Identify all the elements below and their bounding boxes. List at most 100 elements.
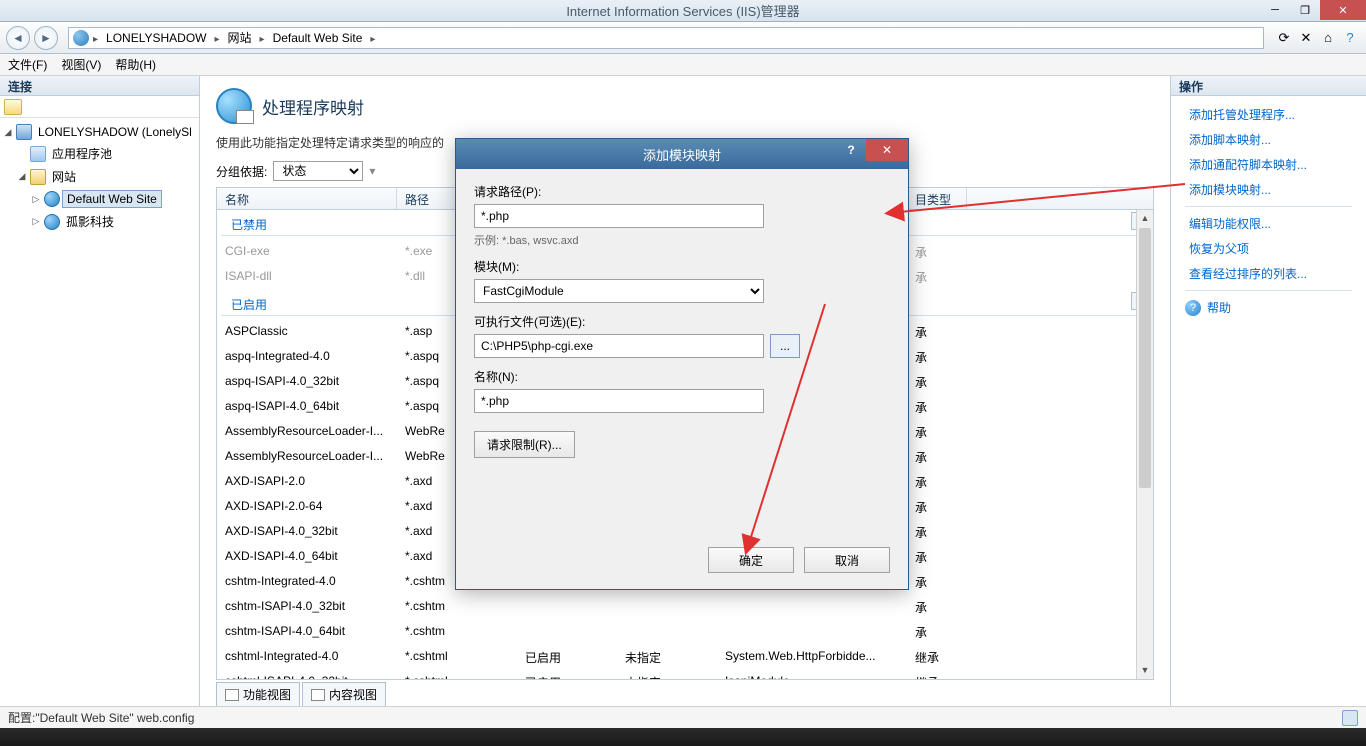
action-edit-perms[interactable]: 编辑功能权限... [1175,211,1362,236]
module-label: 模块(M): [474,258,890,275]
scroll-down-icon[interactable]: ▼ [1137,662,1153,679]
groupby-select[interactable]: 状态 [273,161,363,181]
globe-icon [73,30,89,46]
cell: 未指定 [617,672,717,679]
cell: System.Web.HttpForbidde... [717,647,907,668]
reqpath-input[interactable] [474,204,764,228]
cell: 承 [907,322,967,343]
collapse-icon[interactable]: ◢ [16,171,28,182]
menu-help[interactable]: 帮助(H) [115,56,156,73]
folder-icon[interactable] [4,99,22,115]
tab-function-view[interactable]: 功能视图 [216,682,300,706]
help-icon[interactable]: ? [1340,28,1360,48]
scroll-up-icon[interactable]: ▲ [1137,210,1153,227]
vertical-scrollbar[interactable]: ▲ ▼ [1136,210,1153,679]
stop-icon[interactable]: ✕ [1296,28,1316,48]
col-name[interactable]: 名称 [217,188,397,209]
content-header: 处理程序映射 [200,76,1170,130]
tree-node-default-site[interactable]: ▷ Default Web Site [2,188,197,210]
action-revert[interactable]: 恢复为父项 [1175,236,1362,261]
cell: cshtml-ISAPI-4.0_32bit [217,672,397,679]
request-limits-button[interactable]: 请求限制(R)... [474,431,575,458]
breadcrumb-item[interactable]: 网站 [224,29,256,46]
actions-panel: 操作 添加托管处理程序... 添加脚本映射... 添加通配符脚本映射... 添加… [1171,76,1366,706]
tree-node-guying[interactable]: ▷ 孤影科技 [2,210,197,233]
cancel-button[interactable]: 取消 [804,547,890,573]
connections-header: 连接 [0,76,199,96]
action-add-managed[interactable]: 添加托管处理程序... [1175,102,1362,127]
expand-icon[interactable]: ▷ [30,194,42,205]
exe-label: 可执行文件(可选)(E): [474,313,890,330]
name-input[interactable] [474,389,764,413]
cell: 承 [907,422,967,443]
cell: 承 [907,242,967,263]
cell [617,622,717,643]
expand-icon[interactable]: ▷ [30,216,42,227]
status-bar: 配置:"Default Web Site" web.config [0,706,1366,728]
menubar: 文件(F) 视图(V) 帮助(H) [0,54,1366,76]
tree-node-server[interactable]: ◢ LONELYSHADOW (LonelySl [2,122,197,142]
forward-button[interactable]: ► [34,26,58,50]
cell: AXD-ISAPI-2.0 [217,472,397,493]
cell: 承 [907,347,967,368]
cell: ISAPI-dll [217,267,397,288]
ok-button[interactable]: 确定 [708,547,794,573]
nav-toolbar: ◄ ► LONELYSHADOW 网站 Default Web Site ⟳ ✕… [0,22,1366,54]
cell: 已启用 [517,647,617,668]
window-titlebar: Internet Information Services (IIS)管理器 [0,0,1366,22]
dialog-help-button[interactable]: ? [836,139,866,161]
action-add-wildcard[interactable]: 添加通配符脚本映射... [1175,152,1362,177]
cell: 承 [907,472,967,493]
table-row[interactable]: cshtml-Integrated-4.0*.cshtml已启用未指定Syste… [217,645,1153,670]
tree-node-sites[interactable]: ◢ 网站 [2,165,197,188]
cell: AXD-ISAPI-2.0-64 [217,497,397,518]
maximize-button[interactable] [1290,0,1320,20]
cell: cshtm-ISAPI-4.0_32bit [217,597,397,618]
action-add-script[interactable]: 添加脚本映射... [1175,127,1362,152]
apppool-icon [30,146,46,162]
home-icon[interactable]: ⌂ [1318,28,1338,48]
exe-input[interactable] [474,334,764,358]
breadcrumb[interactable]: LONELYSHADOW 网站 Default Web Site [68,27,1264,49]
cell: cshtm-Integrated-4.0 [217,572,397,593]
cell: 承 [907,397,967,418]
tab-content-view[interactable]: 内容视图 [302,682,386,706]
cell: 承 [907,497,967,518]
module-select[interactable]: FastCgiModule [474,279,764,303]
menu-file[interactable]: 文件(F) [8,56,47,73]
breadcrumb-item[interactable]: Default Web Site [269,31,367,45]
cell [717,597,907,618]
cell: *.cshtml [397,647,517,668]
minimize-button[interactable] [1260,0,1290,20]
dialog-close-button[interactable]: ✕ [866,139,908,161]
cell: 继承 [907,672,967,679]
action-view-sorted[interactable]: 查看经过排序的列表... [1175,261,1362,286]
cell: cshtm-ISAPI-4.0_64bit [217,622,397,643]
action-add-module[interactable]: 添加模块映射... [1175,177,1362,202]
connections-panel: 连接 ◢ LONELYSHADOW (LonelySl 应用程序池 ◢ 网站 ▷ [0,76,200,706]
status-text: 配置:"Default Web Site" web.config [8,709,194,726]
cell: 承 [907,597,967,618]
action-help[interactable]: ? 帮助 [1175,295,1362,320]
refresh-icon[interactable]: ⟳ [1274,28,1294,48]
back-button[interactable]: ◄ [6,26,30,50]
view-tabs: 功能视图 内容视图 [200,680,1170,706]
cell: 已启用 [517,672,617,679]
tree-label: LONELYSHADOW (LonelySl [34,124,196,140]
scroll-thumb[interactable] [1139,228,1151,488]
table-row[interactable]: cshtml-ISAPI-4.0_32bit*.cshtml已启用未指定Isap… [217,670,1153,679]
close-button[interactable] [1320,0,1366,20]
table-row[interactable]: cshtm-ISAPI-4.0_32bit*.cshtm承 [217,595,1153,620]
collapse-icon[interactable]: ◢ [2,127,14,138]
table-row[interactable]: cshtm-ISAPI-4.0_64bit*.cshtm承 [217,620,1153,645]
sites-icon [30,169,46,185]
list-icon [311,689,325,701]
tree-node-apppools[interactable]: 应用程序池 [2,142,197,165]
tree-label: 孤影科技 [62,212,118,231]
breadcrumb-item[interactable]: LONELYSHADOW [102,31,210,45]
col-etype[interactable]: 目类型 [907,188,967,209]
menu-view[interactable]: 视图(V) [61,56,101,73]
cell: 承 [907,522,967,543]
cell: 承 [907,622,967,643]
browse-button[interactable]: ... [770,334,800,358]
